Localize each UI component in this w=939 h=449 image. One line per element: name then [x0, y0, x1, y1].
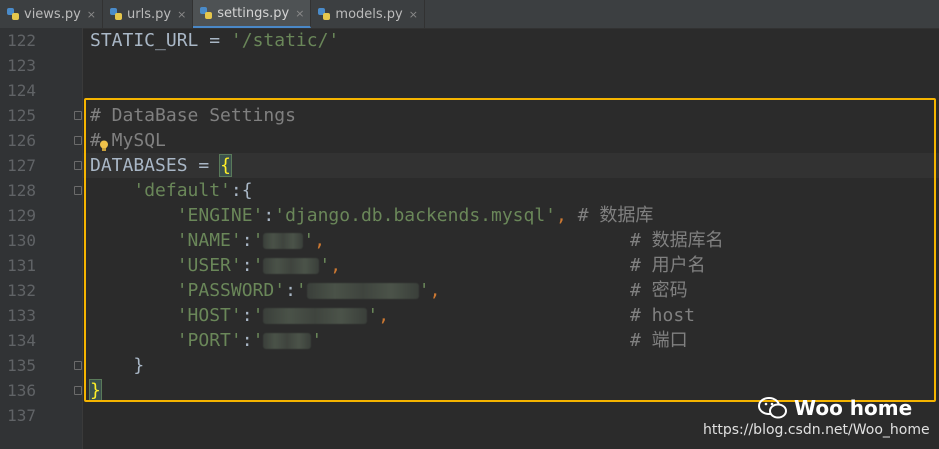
- fold-marker-icon[interactable]: [74, 361, 82, 370]
- wechat-icon: [758, 397, 787, 419]
- line-number: 131: [7, 256, 36, 275]
- close-icon[interactable]: ×: [295, 7, 304, 20]
- python-file-icon: [200, 7, 213, 19]
- line-number: 130: [7, 231, 36, 250]
- close-icon[interactable]: ×: [87, 8, 96, 21]
- line-number: 135: [7, 356, 36, 375]
- fold-marker-icon[interactable]: [74, 111, 82, 120]
- tab-label: urls.py: [127, 6, 172, 22]
- fold-marker-icon[interactable]: [74, 161, 82, 170]
- fold-marker-icon[interactable]: [74, 386, 82, 395]
- line-number: 132: [7, 281, 36, 300]
- editor-tab-bar: views.py × urls.py × settings.py × model…: [0, 0, 939, 29]
- line-number: 134: [7, 331, 36, 350]
- line-number: 124: [7, 81, 36, 100]
- line-number: 122: [7, 31, 36, 50]
- watermark-url: https://blog.csdn.net/Woo_home: [703, 422, 930, 438]
- code-token: '/static/': [230, 30, 340, 51]
- line-number: 137: [7, 406, 36, 425]
- line-number: 123: [7, 56, 36, 75]
- tab-models-py[interactable]: models.py ×: [311, 0, 425, 28]
- tab-urls-py[interactable]: urls.py ×: [103, 0, 194, 28]
- line-number: 125: [7, 106, 36, 125]
- fold-marker-icon[interactable]: [74, 136, 82, 145]
- tab-label: settings.py: [217, 5, 290, 21]
- close-icon[interactable]: ×: [409, 8, 418, 21]
- python-file-icon: [318, 8, 331, 20]
- line-number-gutter: 122 123 124 125 126 127 128 129 130 131 …: [0, 28, 83, 449]
- line-number: 136: [7, 381, 36, 400]
- watermark-name: Woo home: [794, 396, 913, 420]
- line-number: 128: [7, 181, 36, 200]
- line-number: 126: [7, 131, 36, 150]
- tab-label: models.py: [335, 6, 403, 22]
- fold-marker-icon[interactable]: [74, 186, 82, 195]
- code-token: STATIC_URL: [90, 30, 199, 51]
- highlight-box: [84, 98, 936, 402]
- watermark: Woo home: [758, 396, 912, 420]
- close-icon[interactable]: ×: [177, 8, 186, 21]
- python-file-icon: [7, 8, 19, 20]
- code-token: =: [198, 30, 231, 51]
- tab-settings-py[interactable]: settings.py ×: [193, 0, 312, 28]
- line-number: 127: [7, 156, 36, 175]
- line-number: 129: [7, 206, 36, 225]
- tab-views-py[interactable]: views.py ×: [0, 0, 104, 28]
- tab-label: views.py: [24, 6, 81, 22]
- python-file-icon: [110, 8, 123, 20]
- line-number: 133: [7, 306, 36, 325]
- code-line-122[interactable]: STATIC_URL = '/static/': [90, 28, 339, 53]
